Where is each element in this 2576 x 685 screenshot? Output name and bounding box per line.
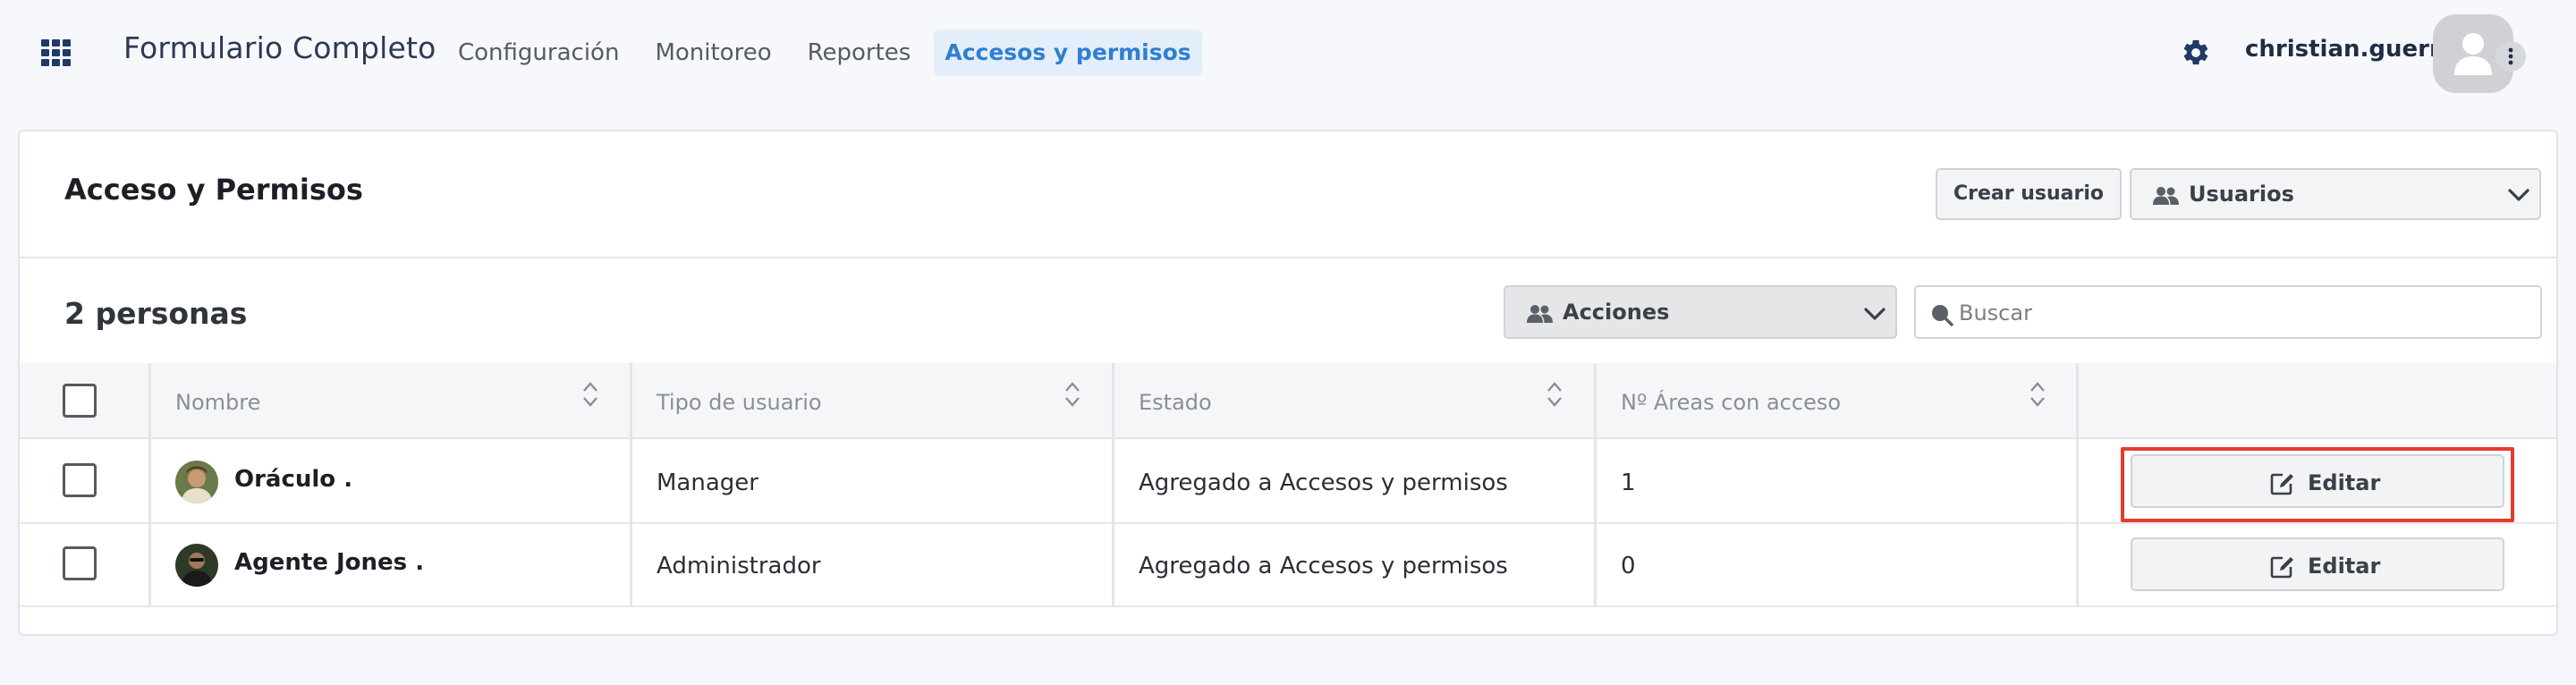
user-name: Agente Jones . [234, 549, 425, 576]
row-checkbox[interactable] [63, 463, 97, 497]
areas-count: 1 [1621, 469, 1636, 496]
kebab-menu-icon[interactable] [2496, 41, 2526, 72]
app-title: Formulario Completo [123, 30, 436, 65]
users-select-label: Usuarios [2189, 182, 2294, 207]
avatar [175, 544, 218, 587]
nav-configuracion[interactable]: Configuración [445, 30, 631, 76]
column-header-nombre[interactable]: Nombre [175, 390, 260, 415]
chevron-down-icon [1863, 303, 1886, 328]
panel-title: Acceso y Permisos [64, 173, 363, 207]
top-bar: Formulario Completo Configuración Monito… [0, 0, 2576, 107]
access-permissions-panel: Acceso y Permisos Crear usuario Usuarios… [18, 130, 2558, 636]
sort-icon[interactable] [1064, 381, 1080, 411]
column-header-estado[interactable]: Estado [1139, 390, 1212, 415]
people-count: 2 personas [64, 296, 248, 331]
user-status: Agregado a Accesos y permisos [1139, 469, 1508, 496]
divider [20, 257, 2556, 258]
sort-icon[interactable] [1546, 381, 1563, 411]
user-name: Oráculo . [234, 466, 353, 493]
row-checkbox[interactable] [63, 546, 97, 580]
sort-icon[interactable] [2029, 381, 2046, 411]
nav-monitoreo[interactable]: Monitoreo [642, 30, 784, 76]
sort-icon[interactable] [582, 381, 598, 411]
users-icon [1527, 303, 1554, 328]
avatar [175, 461, 218, 503]
create-user-button[interactable]: Crear usuario [1936, 168, 2122, 220]
search-input[interactable] [1959, 296, 2513, 330]
user-type: Manager [657, 469, 758, 496]
table-header: Nombre Tipo de usuario Estado Nº Áreas c… [20, 363, 2556, 439]
table-row: Agente Jones . Administrador Agregado a … [20, 524, 2556, 607]
actions-select[interactable]: Acciones [1504, 285, 1897, 339]
column-divider [2076, 363, 2079, 607]
search-box [1914, 285, 2542, 339]
nav-reportes[interactable]: Reportes [795, 30, 924, 76]
chevron-down-icon [2507, 184, 2530, 209]
edit-icon [2270, 555, 2295, 582]
gear-icon[interactable] [2181, 38, 2211, 68]
user-type: Administrador [657, 553, 821, 579]
user-status: Agregado a Accesos y permisos [1139, 553, 1508, 579]
column-header-tipo[interactable]: Tipo de usuario [657, 390, 822, 415]
apps-grid-icon[interactable] [41, 39, 72, 66]
highlight-box [2121, 447, 2514, 522]
select-all-checkbox[interactable] [63, 384, 97, 418]
column-divider [1112, 363, 1114, 607]
username[interactable]: christian.guerra [2245, 36, 2456, 63]
actions-select-label: Acciones [1563, 300, 1670, 325]
nav-accesos-y-permisos[interactable]: Accesos y permisos [934, 30, 1202, 76]
edit-button[interactable]: Editar [2131, 537, 2504, 591]
column-header-areas[interactable]: Nº Áreas con acceso [1621, 390, 1841, 415]
edit-label: Editar [2308, 554, 2381, 579]
areas-count: 0 [1621, 553, 1636, 579]
column-divider [630, 363, 632, 607]
column-divider [148, 363, 151, 607]
main-nav: Configuración Monitoreo Reportes Accesos… [445, 30, 1213, 76]
users-icon [2153, 185, 2180, 210]
column-divider [1594, 363, 1597, 607]
search-icon [1930, 303, 1953, 330]
users-select[interactable]: Usuarios [2130, 168, 2541, 220]
